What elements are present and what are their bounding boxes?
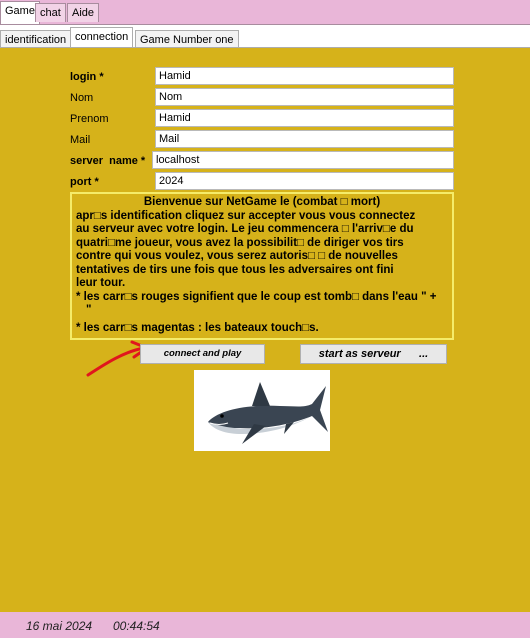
top-tab-bar: Game chat Aide (0, 0, 530, 24)
port-field[interactable] (155, 172, 454, 190)
info-line: * les carr□s magentas : les bateaux touc… (76, 321, 319, 334)
info-line: au serveur avec votre login. Le jeu comm… (76, 223, 414, 235)
nom-field[interactable] (155, 88, 454, 106)
nom-label: Nom (70, 92, 94, 104)
mail-field[interactable] (155, 130, 454, 148)
info-title: Bienvenue sur NetGame le (combat □ mort) (143, 196, 381, 208)
connection-panel: login * Nom Prenom Mail server name * po… (0, 47, 530, 613)
shark-icon (208, 382, 328, 444)
shark-image (194, 370, 330, 451)
start-as-serveur-button[interactable]: start as serveur ... (300, 344, 447, 364)
tab-connection[interactable]: connection (70, 27, 134, 49)
info-line: tentatives de tirs une fois que tous les… (76, 263, 394, 276)
info-line: * les carr□s rouges signifient que le co… (76, 290, 437, 303)
info-line: " (86, 304, 92, 316)
port-label: port * (70, 176, 99, 188)
info-line: contre qui vous voulez, vous serez autor… (76, 250, 398, 262)
login-field[interactable] (155, 67, 454, 85)
status-time: 00:44:54 (113, 619, 160, 633)
welcome-info-text: Bienvenue sur NetGame le (combat □ mort)… (70, 192, 454, 340)
tab-aide[interactable]: Aide (67, 3, 100, 22)
tab-game[interactable]: Game (0, 1, 40, 24)
connect-and-play-button[interactable]: connect and play (140, 344, 265, 364)
prenom-label: Prenom (70, 113, 109, 125)
prenom-field[interactable] (155, 109, 454, 127)
status-bar: 16 mai 2024 00:44:54 (0, 612, 530, 633)
sub-tab-bar: identification connection Game Number on… (0, 24, 530, 49)
status-date: 16 mai 2024 (26, 619, 93, 633)
server-name-field[interactable] (152, 151, 454, 169)
info-line: quatri□me joueur, vous avez la possibili… (76, 236, 404, 249)
info-line: apr□s identification cliquez sur accepte… (76, 209, 416, 222)
mail-label: Mail (70, 134, 91, 146)
server-name-label: server name * (70, 155, 146, 167)
tab-chat[interactable]: chat (35, 3, 66, 22)
info-line: leur tour. (76, 277, 126, 289)
login-label: login * (70, 71, 104, 83)
